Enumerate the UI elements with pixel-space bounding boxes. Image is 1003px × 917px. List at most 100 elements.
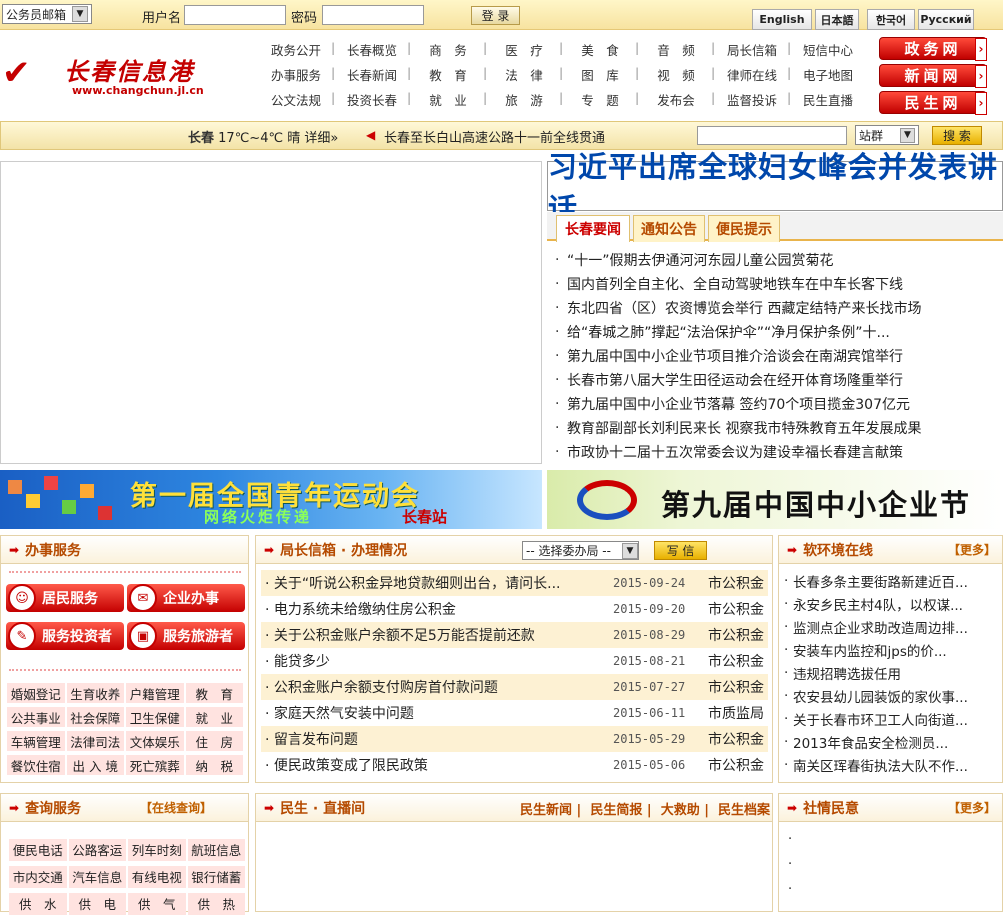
gov-net-button[interactable]: 政务网 [879, 37, 987, 61]
service-link[interactable]: 出 入 境 [66, 755, 124, 775]
nav-link[interactable]: 局长信箱 [711, 40, 790, 59]
nav-link[interactable]: 投资长春 [331, 90, 410, 109]
query-link[interactable]: 供 电 [68, 892, 126, 915]
table-row[interactable]: · 便民政策变成了限民政策 2015-05-06 市公积金 [261, 752, 768, 778]
enterprise-service-button[interactable]: ✉ 企业办事 [127, 584, 245, 612]
query-link[interactable]: 供 气 [128, 892, 186, 915]
service-link[interactable]: 住 房 [185, 731, 243, 751]
write-letter-button[interactable]: 写 信 [654, 541, 707, 560]
service-link[interactable]: 车辆管理 [7, 731, 65, 751]
service-link[interactable]: 法律司法 [66, 731, 124, 751]
lang-japanese[interactable]: 日本語 [815, 9, 859, 30]
query-link[interactable]: 有线电视 [128, 865, 186, 888]
headline-banner[interactable]: 习近平出席全球妇女峰会并发表讲话 [547, 150, 1003, 226]
list-item[interactable]: · 市政协十二届十五次常委会议为建设幸福长春建言献策 [555, 440, 1000, 464]
more-link[interactable]: 【更多】 [948, 799, 996, 816]
service-link[interactable]: 生育收养 [66, 683, 124, 703]
site-select[interactable]: 站群 ▼ [855, 125, 919, 145]
table-row[interactable]: · 公积金账户余额支付购房首付款问题 2015-07-27 市公积金 [261, 674, 768, 700]
query-link[interactable]: 便民电话 [9, 838, 67, 861]
list-item[interactable]: · 2013年食品安全检测员... [784, 730, 998, 753]
nav-link[interactable]: 发布会 [635, 90, 714, 109]
list-item[interactable]: · 农安县幼儿园装饭的家伙事... [784, 684, 998, 707]
query-link[interactable]: 供 水 [9, 892, 67, 915]
service-link[interactable]: 就 业 [185, 707, 243, 727]
search-input[interactable] [697, 126, 847, 145]
list-item[interactable]: · 安装车内监控和jps的价... [784, 638, 998, 661]
nav-link[interactable]: 监督投诉 [711, 90, 790, 109]
lang-english[interactable]: English [752, 9, 812, 30]
mail-type-select[interactable]: 公务员邮箱 ▼ [2, 4, 92, 24]
livelihood-net-button[interactable]: 民生网 [879, 91, 987, 115]
more-link[interactable]: 【更多】 [948, 541, 996, 558]
nav-link[interactable]: 医 疗 [483, 40, 562, 59]
resident-service-button[interactable]: ☺ 居民服务 [6, 584, 124, 612]
nav-link[interactable]: 视 频 [635, 65, 714, 84]
table-row[interactable]: · 关于“听说公积金异地贷款细则出台，请问长... 2015-09-24 市公积金 [261, 570, 768, 596]
live-link[interactable]: 民生档案 [718, 803, 770, 818]
list-item[interactable]: · “十一”假期去伊通河河东园儿童公园赏菊花 [555, 248, 1000, 272]
query-link[interactable]: 汽车信息 [68, 865, 126, 888]
nav-link[interactable]: 办事服务 [258, 65, 334, 84]
nav-link[interactable]: 美 食 [559, 40, 638, 59]
query-link[interactable]: 供 热 [187, 892, 245, 915]
service-link[interactable]: 婚姻登记 [7, 683, 65, 703]
live-link[interactable]: 民生新闻 [520, 803, 572, 818]
query-link[interactable]: 航班信息 [187, 838, 245, 861]
site-logo[interactable]: ✔ 长春信息港 www.changchun.jl.cn [2, 52, 217, 100]
online-query-link[interactable]: 【在线查询】 [140, 799, 212, 816]
service-link[interactable]: 死亡殡葬 [126, 755, 184, 775]
table-row[interactable]: · 关于公积金账户余额不足5万能否提前还款 2015-08-29 市公积金 [261, 622, 768, 648]
list-item[interactable]: · 违规招聘选拔任用 [784, 661, 998, 684]
service-link[interactable]: 户籍管理 [126, 683, 184, 703]
service-link[interactable]: 文体娱乐 [126, 731, 184, 751]
search-button[interactable]: 搜 索 [932, 126, 982, 145]
nav-link[interactable]: 律师在线 [711, 65, 790, 84]
lang-korean[interactable]: 한국어 [867, 9, 915, 30]
list-item[interactable]: · [788, 832, 792, 847]
username-input[interactable] [184, 5, 286, 25]
list-item[interactable]: · 关于长春市环卫工人向街道... [784, 707, 998, 730]
list-item[interactable]: · 监测点企业求助改造周边排... [784, 615, 998, 638]
nav-link[interactable]: 公文法规 [258, 90, 334, 109]
tab-tips[interactable]: 便民提示 [708, 215, 780, 242]
list-item[interactable]: · 第九届中国中小企业节项目推介洽谈会在南湖宾馆举行 [555, 344, 1000, 368]
nav-link[interactable]: 教 育 [407, 65, 486, 84]
query-link[interactable]: 银行储蓄 [187, 865, 245, 888]
nav-link[interactable]: 长春概览 [331, 40, 410, 59]
list-item[interactable]: · [788, 882, 792, 897]
password-input[interactable] [322, 5, 424, 25]
service-link[interactable]: 社会保障 [66, 707, 124, 727]
nav-link[interactable]: 长春新闻 [331, 65, 410, 84]
list-item[interactable]: · [788, 857, 792, 872]
nav-link[interactable]: 专 题 [559, 90, 638, 109]
service-link[interactable]: 公共事业 [7, 707, 65, 727]
nav-link[interactable]: 就 业 [407, 90, 486, 109]
list-item[interactable]: · 东北四省（区）农资博览会举行 西藏定结特产来长找市场 [555, 296, 1000, 320]
nav-link[interactable]: 音 频 [635, 40, 714, 59]
tab-notices[interactable]: 通知公告 [633, 215, 705, 242]
list-item[interactable]: · 国内首列全自主化、全自动驾驶地铁车在中车长客下线 [555, 272, 1000, 296]
nav-link[interactable]: 电子地图 [787, 65, 866, 84]
sme-festival-banner[interactable]: 第九届中国中小企业节 [547, 470, 1003, 529]
nav-link[interactable]: 民生直播 [787, 90, 866, 109]
nav-link[interactable]: 旅 游 [483, 90, 562, 109]
list-item[interactable]: · 永安乡民主村4队，以权谋... [784, 592, 998, 615]
table-row[interactable]: · 电力系统未给缴纳住房公积金 2015-09-20 市公积金 [261, 596, 768, 622]
nav-link[interactable]: 法 律 [483, 65, 562, 84]
nav-link[interactable]: 图 库 [559, 65, 638, 84]
login-button[interactable]: 登 录 [471, 6, 520, 25]
service-link[interactable]: 纳 税 [185, 755, 243, 775]
query-link[interactable]: 列车时刻 [128, 838, 186, 861]
query-link[interactable]: 公路客运 [68, 838, 126, 861]
list-item[interactable]: · 长春市第八届大学生田径运动会在经开体育场隆重举行 [555, 368, 1000, 392]
tourist-service-button[interactable]: ▣ 服务旅游者 [127, 622, 245, 650]
nav-link[interactable]: 政务公开 [258, 40, 334, 59]
list-item[interactable]: · 教育部副部长刘利民来长 视察我市特殊教育五年发展成果 [555, 416, 1000, 440]
list-item[interactable]: · 南关区珲春街执法大队不作... [784, 753, 998, 776]
nav-link[interactable]: 短信中心 [787, 40, 866, 59]
lang-russian[interactable]: Русский [918, 9, 974, 30]
table-row[interactable]: · 家庭天然气安装中问题 2015-06-11 市质监局 [261, 700, 768, 726]
news-net-button[interactable]: 新闻网 [879, 64, 987, 88]
list-item[interactable]: · 给“春城之肺”撑起“法治保护伞”“净月保护条例”十... [555, 320, 1000, 344]
